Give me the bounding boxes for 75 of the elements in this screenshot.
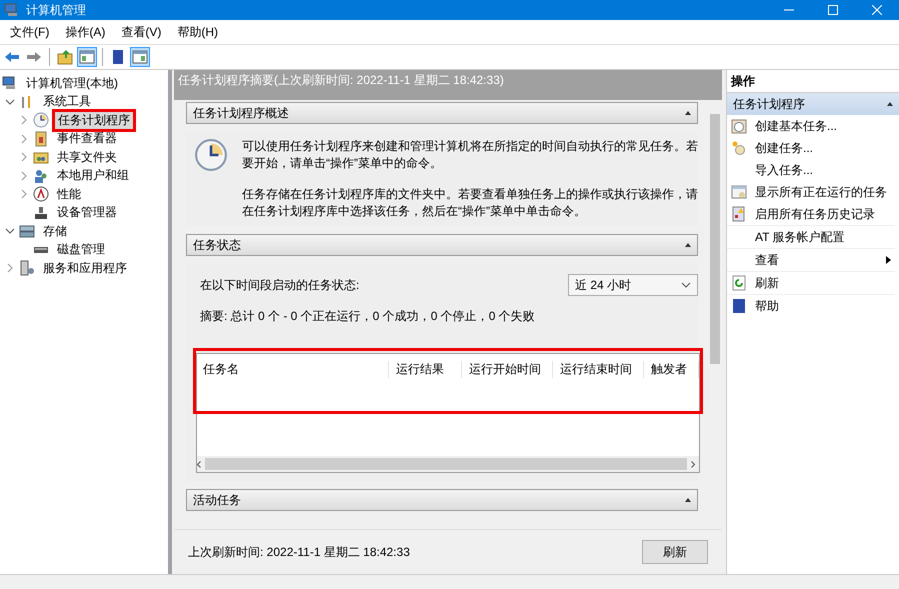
storage-icon [19, 223, 35, 240]
column-header[interactable]: 运行开始时间 [462, 361, 553, 378]
submenu-arrow-icon [886, 256, 891, 264]
pane-icon [132, 49, 148, 65]
collapse-arrow-icon[interactable] [685, 498, 691, 502]
action-item[interactable]: 创建基本任务... [727, 115, 895, 137]
column-header[interactable]: 运行结果 [389, 361, 462, 378]
column-header[interactable]: 任务名 [196, 361, 389, 378]
pane-icon [79, 49, 95, 65]
forward-arrow-icon [26, 49, 42, 65]
refresh-button[interactable]: 刷新 [642, 540, 708, 564]
tree-item[interactable]: 性能 [52, 184, 86, 205]
clock-icon [194, 138, 228, 172]
menu-item[interactable]: 文件(F) [2, 24, 58, 40]
period-dropdown[interactable]: 近 24 小时 [568, 274, 698, 296]
toolbar-button[interactable] [55, 47, 75, 67]
summary-text: 摘要: 总计 0 个 - 0 个正在运行，0 个成功，0 个停止，0 个失败 [200, 308, 536, 325]
scroll-left-icon[interactable] [197, 460, 201, 468]
scroll-right-icon[interactable] [691, 460, 695, 468]
tree-item[interactable]: 本地用户和组 [52, 165, 134, 186]
column-header[interactable]: 触发者 [644, 361, 699, 378]
action-item[interactable]: AT 服务帐户配置 [727, 225, 895, 248]
menu-item[interactable]: 查看(V) [113, 24, 170, 40]
tree-item[interactable]: 存储 [38, 220, 72, 242]
period-label: 在以下时间段启动的任务状态: [200, 276, 360, 294]
history-icon [731, 206, 747, 222]
section-title: 任务计划程序概述 [193, 104, 289, 122]
tree-item[interactable]: 计算机管理(本地) [21, 72, 123, 94]
running-tasks-icon [731, 184, 747, 200]
tree-item[interactable]: 设备管理器 [52, 202, 122, 224]
tree-item[interactable]: 任务计划程序 [52, 108, 136, 132]
clock-icon [33, 112, 49, 128]
section-title: 活动任务 [193, 492, 241, 508]
action-item[interactable]: 创建任务... [727, 137, 895, 159]
description-text: 可以使用任务计划程序来创建和管理计算机将在所指定的时间自动执行的常见任务。若要开始，请单击“操作”菜单中的命令。 [242, 138, 698, 172]
event-log-icon [33, 130, 49, 147]
server-icon [19, 260, 35, 276]
folder-up-icon [57, 49, 73, 65]
menu-item[interactable]: 操作(A) [57, 24, 114, 40]
action-group-header[interactable]: 任务计划程序 [727, 93, 899, 115]
users-icon [33, 168, 49, 184]
refresh-time-text: 上次刷新时间: 2022-11-1 星期二 18:42:33 [188, 544, 410, 560]
computer-icon [4, 2, 20, 18]
description-text: 任务存储在任务计划程序库的文件夹中。若要查看单独任务上的操作或执行该操作，请在任务计划程序库中选择该任务，然后在“操作”菜单中单击命令。 [242, 186, 698, 220]
dropdown-caret-icon[interactable] [681, 282, 691, 288]
collapse-arrow-icon[interactable] [685, 111, 691, 115]
action-item[interactable]: 显示所有正在运行的任务 [727, 181, 895, 203]
action-item[interactable]: 刷新 [727, 271, 895, 294]
action-item[interactable]: 导入任务... [727, 159, 895, 181]
section-header[interactable]: 任务状态 [186, 234, 698, 256]
menu-item[interactable]: 帮助(H) [169, 24, 226, 40]
action-item[interactable]: 帮助 [727, 294, 895, 317]
section-header[interactable]: 活动任务 [186, 489, 698, 511]
tree-item[interactable]: 共享文件夹 [52, 146, 122, 168]
action-item[interactable]: 启用所有任务历史记录 [727, 203, 895, 225]
horizontal-scrollbar[interactable] [197, 456, 699, 472]
device-icon [33, 204, 49, 221]
gauge-icon [33, 186, 49, 202]
toolbar-button[interactable] [77, 47, 97, 67]
toolbar-button[interactable] [130, 47, 150, 67]
collapse-arrow-icon[interactable] [887, 102, 893, 106]
clock-star-icon [731, 140, 747, 156]
column-header[interactable]: 运行结束时间 [553, 361, 644, 378]
back-arrow-icon [4, 49, 20, 65]
tree-item[interactable]: 磁盘管理 [52, 239, 110, 260]
summary-header: 任务计划程序摘要(上次刷新时间: 2022-11-1 星期二 18:42:33) [174, 70, 722, 100]
section-title: 任务状态 [193, 236, 241, 254]
window-title: 计算机管理 [26, 2, 86, 18]
action-item[interactable]: 查看 [727, 248, 895, 271]
tree-item[interactable]: 服务和应用程序 [38, 258, 132, 279]
task-icon [731, 118, 747, 134]
refresh-icon [731, 275, 747, 291]
section-header[interactable]: 任务计划程序概述 [186, 102, 698, 124]
collapse-arrow-icon[interactable] [685, 243, 691, 247]
computer-icon [2, 75, 18, 92]
